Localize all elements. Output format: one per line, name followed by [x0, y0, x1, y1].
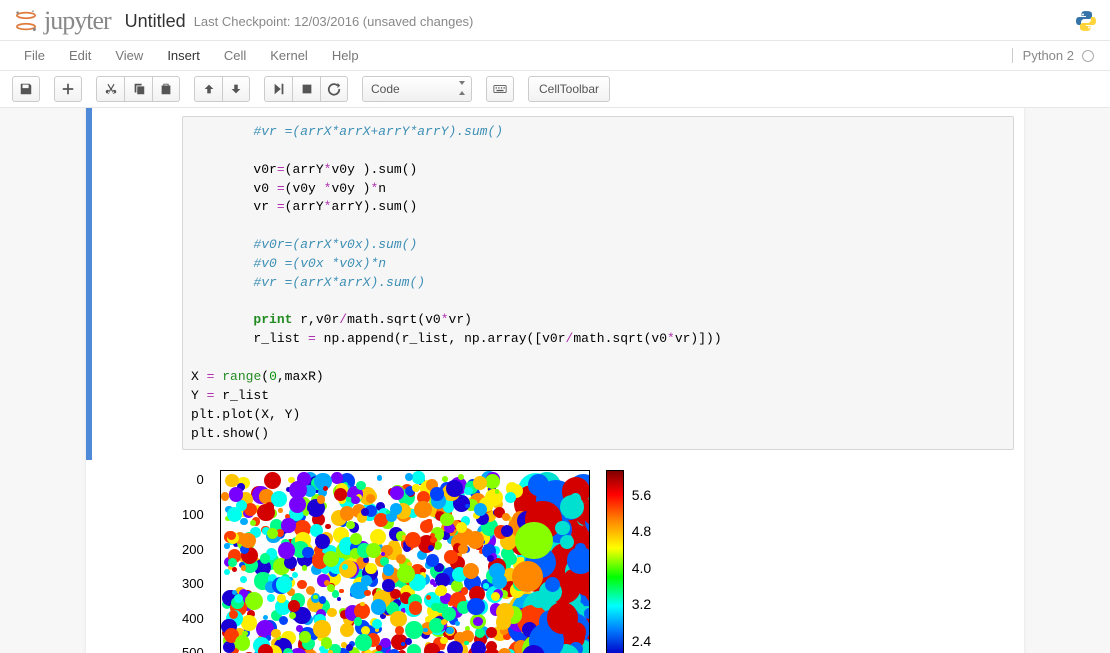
arrow-up-icon — [202, 82, 216, 96]
cell-toolbar-label: CellToolbar — [539, 82, 599, 96]
keyboard-icon — [493, 82, 507, 96]
notebook-area: #vr =(arrX*arrX+arrY*arrY).sum() v0r=(ar… — [0, 108, 1110, 653]
command-palette-button[interactable] — [486, 76, 514, 102]
colorbar-ticks: 5.64.84.03.22.4 — [632, 470, 651, 653]
header: jupyter Untitled Last Checkpoint: 12/03/… — [0, 0, 1110, 41]
notebook-title[interactable]: Untitled — [125, 11, 186, 32]
restart-icon — [327, 82, 341, 96]
plot-y-axis: 0100200300400500 — [182, 470, 204, 653]
menu-cell[interactable]: Cell — [212, 44, 258, 67]
checkpoint-status: Last Checkpoint: 12/03/2016 (unsaved cha… — [194, 14, 474, 29]
kernel-status-icon — [1082, 50, 1094, 62]
cell-type-select[interactable]: Code — [362, 76, 472, 102]
restart-button[interactable] — [320, 76, 348, 102]
plus-icon — [61, 82, 75, 96]
kernel-indicator: Python 2 — [1012, 48, 1098, 63]
menu-view[interactable]: View — [103, 44, 155, 67]
run-button[interactable] — [264, 76, 292, 102]
cell-output: 0100200300400500 5.64.84.03.22.4 — [172, 460, 1024, 653]
cell-toolbar-button[interactable]: CellToolbar — [528, 76, 610, 102]
kernel-name[interactable]: Python 2 — [1023, 48, 1074, 63]
python-icon — [1074, 9, 1098, 33]
plot-figure: 0100200300400500 5.64.84.03.22.4 — [182, 470, 1024, 653]
jupyter-icon — [12, 7, 40, 35]
code-cell[interactable]: #vr =(arrX*arrX+arrY*arrY).sum() v0r=(ar… — [86, 108, 1024, 460]
cut-icon — [104, 82, 118, 96]
menu-insert[interactable]: Insert — [155, 44, 212, 67]
save-icon — [19, 82, 33, 96]
cell-type-value: Code — [371, 82, 400, 96]
colorbar: 5.64.84.03.22.4 — [606, 470, 651, 653]
cut-button[interactable] — [96, 76, 124, 102]
move-up-button[interactable] — [194, 76, 222, 102]
move-down-button[interactable] — [222, 76, 250, 102]
jupyter-logo[interactable]: jupyter — [12, 6, 111, 36]
menubar: File Edit View Insert Cell Kernel Help P… — [0, 41, 1110, 71]
colorbar-gradient — [606, 470, 624, 653]
menu-file[interactable]: File — [12, 44, 57, 67]
jupyter-wordmark: jupyter — [44, 6, 111, 36]
stop-icon — [300, 82, 314, 96]
save-button[interactable] — [12, 76, 40, 102]
code-editor[interactable]: #vr =(arrX*arrX+arrY*arrY).sum() v0r=(ar… — [182, 116, 1014, 450]
add-cell-button[interactable] — [54, 76, 82, 102]
arrow-down-icon — [229, 82, 243, 96]
interrupt-button[interactable] — [292, 76, 320, 102]
paste-button[interactable] — [152, 76, 180, 102]
plot-image — [220, 470, 590, 653]
toolbar: Code CellToolbar — [0, 71, 1110, 108]
paste-icon — [159, 82, 173, 96]
menu-help[interactable]: Help — [320, 44, 371, 67]
notebook: #vr =(arrX*arrX+arrY*arrY).sum() v0r=(ar… — [85, 108, 1025, 653]
copy-icon — [132, 82, 146, 96]
step-forward-icon — [272, 82, 286, 96]
menu-kernel[interactable]: Kernel — [258, 44, 320, 67]
prompt-area — [92, 108, 172, 460]
menu-edit[interactable]: Edit — [57, 44, 103, 67]
copy-button[interactable] — [124, 76, 152, 102]
